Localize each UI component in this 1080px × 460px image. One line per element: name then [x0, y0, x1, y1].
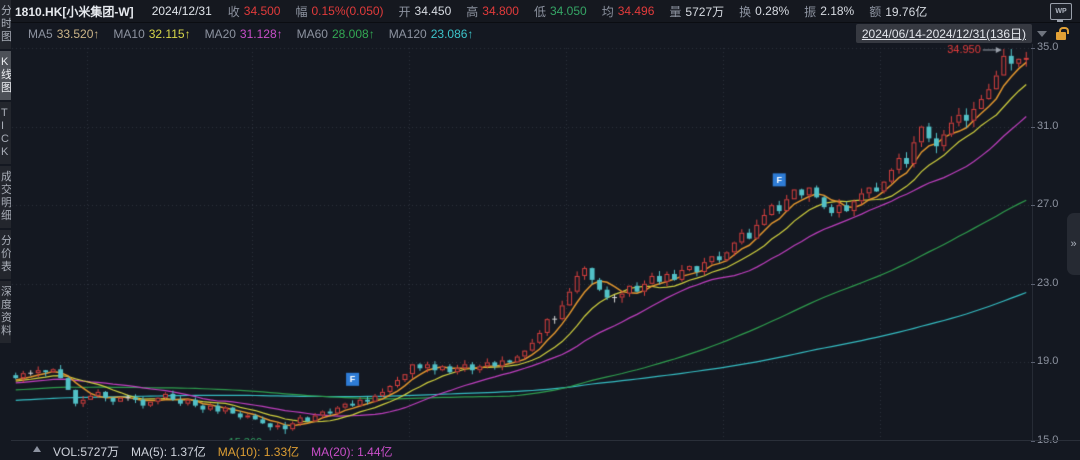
top-bar-fields: 收34.500 幅0.15%(0.050) 开34.450 高34.800 低34.05… — [228, 3, 943, 20]
sidebar-tab-char: 资 — [0, 312, 11, 325]
sidebar-tab-char: 时 — [0, 18, 11, 31]
sidebar-tab-char: 料 — [0, 325, 11, 338]
volume-ma10: MA(10): 1.33亿 — [218, 443, 299, 460]
sidebar-tab-char: 成 — [0, 171, 11, 184]
price-tick-label: 31.0 — [1037, 120, 1058, 132]
sidebar-tab-char: 线 — [0, 69, 11, 82]
quote-field: 换0.28% — [739, 3, 789, 20]
sidebar-tab-char: 深 — [0, 286, 11, 299]
ma-legend-item: MA1032.115↑ — [113, 27, 190, 41]
price-tick-label: 19.0 — [1037, 355, 1058, 367]
quote-field: 额19.76亿 — [869, 3, 927, 20]
quote-field: 幅0.15%(0.050) — [295, 3, 383, 20]
wp-monitor-icon[interactable]: WP — [1050, 3, 1072, 20]
chevron-down-icon[interactable] — [1037, 31, 1047, 37]
quote-date: 2024/12/31 — [152, 4, 212, 18]
sidebar-tab-K线图[interactable]: K线图 — [0, 51, 11, 100]
sidebar-tab-char: T — [0, 107, 11, 120]
right-panel-expander[interactable]: » — [1067, 213, 1080, 275]
price-tick-label: 27.0 — [1037, 198, 1058, 210]
price-tick-label: 23.0 — [1037, 277, 1058, 289]
quote-field: 低34.050 — [534, 3, 587, 20]
left-tab-strip: 分时图K线图TICK成交明细分价表深度资料 — [0, 0, 11, 398]
sidebar-tab-char: C — [0, 133, 11, 146]
price-axis-divider — [1032, 44, 1033, 441]
sidebar-tab-char: 价 — [0, 248, 11, 261]
sidebar-tab-TICK[interactable]: TICK — [0, 102, 11, 164]
sidebar-tab-char: 表 — [0, 261, 11, 274]
sidebar-tab-char: I — [0, 120, 11, 133]
sidebar-tab-char: 明 — [0, 197, 11, 210]
volume-value: VOL:5727万 — [53, 443, 119, 460]
quote-field: 振2.18% — [804, 3, 854, 20]
sidebar-tab-char: 度 — [0, 299, 11, 312]
date-range-wrap: 2024/06/14-2024/12/31(136日) — [856, 24, 1066, 43]
quote-field: 开34.450 — [399, 3, 452, 20]
sidebar-tab-char: K — [0, 56, 11, 69]
quote-field: 高34.800 — [466, 3, 519, 20]
kline-chart-canvas[interactable] — [0, 44, 1034, 441]
ma-legend-items: MA533.520↑ MA1032.115↑ MA2031.128↑ MA6028.0… — [28, 27, 487, 41]
quote-field: 收34.500 — [228, 3, 281, 20]
date-range-selector[interactable]: 2024/06/14-2024/12/31(136日) — [856, 24, 1032, 43]
ma-legend-item: MA6028.008↑ — [297, 27, 375, 41]
sidebar-tab-分时图[interactable]: 分时图 — [0, 0, 11, 49]
indicator-collapse-icon[interactable] — [33, 446, 41, 452]
sidebar-tab-分价表[interactable]: 分价表 — [0, 230, 11, 279]
volume-ma5: MA(5): 1.37亿 — [131, 443, 206, 460]
ma-legend-item: MA12023.086↑ — [389, 27, 474, 41]
sidebar-tab-char: 细 — [0, 210, 11, 223]
top-info-bar: 1810.HK[小米集团-W] 2024/12/31 收34.500 幅0.15%… — [11, 0, 1080, 23]
ma-legend-item: MA533.520↑ — [28, 27, 99, 41]
sidebar-tab-深度资料[interactable]: 深度资料 — [0, 281, 11, 343]
sidebar-tab-char: 图 — [0, 31, 11, 44]
sidebar-tab-char: 分 — [0, 235, 11, 248]
price-tick-label: 35.0 — [1037, 41, 1058, 53]
sidebar-tab-成交明细[interactable]: 成交明细 — [0, 166, 11, 228]
ma-legend-item: MA2031.128↑ — [205, 27, 283, 41]
sidebar-tab-char: 图 — [0, 82, 11, 95]
volume-ma20: MA(20): 1.44亿 — [311, 443, 392, 460]
sidebar-tab-char: K — [0, 146, 11, 159]
sidebar-tab-char: 交 — [0, 184, 11, 197]
sidebar-tab-char: 分 — [0, 5, 11, 18]
ma-legend-bar: MA533.520↑ MA1032.115↑ MA2031.128↑ MA6028.0… — [11, 23, 1080, 44]
stock-symbol: 1810.HK[小米集团-W] — [15, 3, 134, 20]
quote-field: 量5727万 — [669, 3, 724, 20]
unlock-icon[interactable] — [1056, 32, 1066, 40]
quote-field: 均34.496 — [602, 3, 655, 20]
